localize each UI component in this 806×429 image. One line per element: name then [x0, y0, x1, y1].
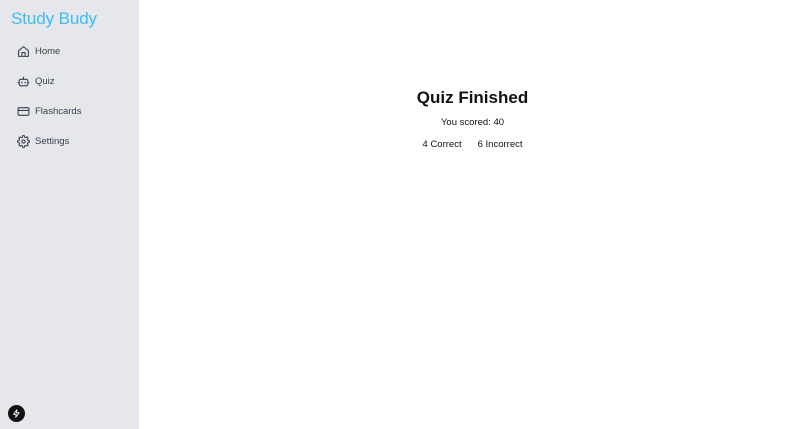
sidebar-item-home[interactable]: Home — [17, 42, 60, 60]
main-content: Quiz Finished You scored: 40 4 Correct 6… — [139, 0, 806, 429]
quick-action-button[interactable] — [8, 405, 25, 422]
app-title[interactable]: Study Budy — [11, 9, 97, 29]
robot-icon — [17, 75, 30, 88]
sidebar: Study Budy Home Quiz Flashcards Settings — [0, 0, 139, 429]
sidebar-item-label: Flashcards — [35, 105, 82, 117]
correct-summary: 4 Correct — [423, 139, 462, 150]
correct-label: Correct — [430, 139, 462, 150]
score-value: 40 — [493, 117, 505, 128]
card-icon — [17, 105, 30, 118]
incorrect-label: Incorrect — [485, 139, 523, 150]
correct-count: 4 — [422, 139, 428, 150]
page-title: Quiz Finished — [416, 88, 529, 107]
sidebar-item-label: Home — [35, 45, 61, 57]
results-summary: 4 Correct 6 Incorrect — [139, 139, 806, 150]
sidebar-item-label: Quiz — [35, 75, 55, 87]
bolt-icon — [12, 409, 21, 418]
sidebar-item-flashcards[interactable]: Flashcards — [17, 102, 81, 120]
home-icon — [17, 45, 30, 58]
score-line: You scored: 40 — [139, 117, 806, 128]
incorrect-summary: 6 Incorrect — [478, 139, 523, 150]
sidebar-item-settings[interactable]: Settings — [17, 132, 69, 150]
sidebar-item-quiz[interactable]: Quiz — [17, 72, 55, 90]
sidebar-item-label: Settings — [35, 135, 70, 147]
score-label: You scored: — [440, 117, 491, 128]
gear-icon — [17, 134, 30, 148]
incorrect-count: 6 — [477, 139, 483, 150]
